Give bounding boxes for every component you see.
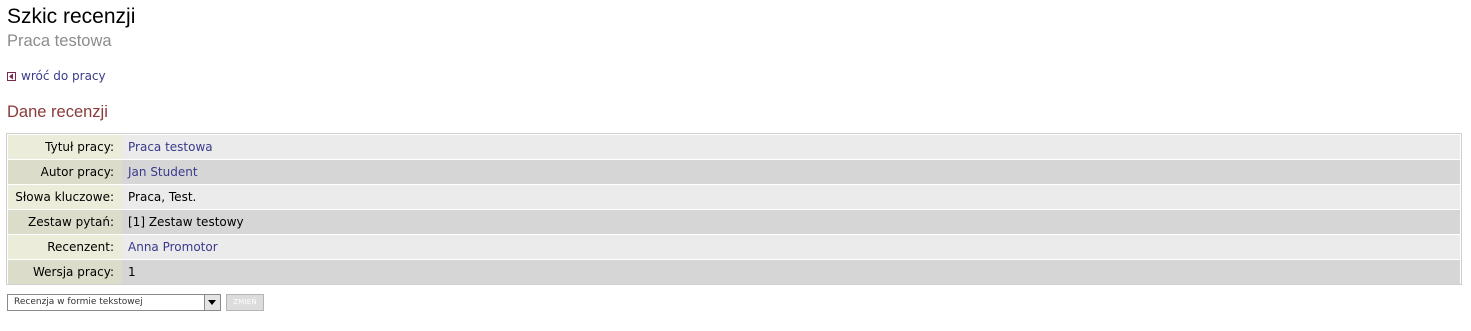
section-title: Dane recenzji	[7, 103, 108, 121]
row-label: Wersja pracy:	[8, 260, 122, 284]
row-value: Praca, Test.	[122, 185, 1460, 209]
review-format-selected: Recenzja w formie tekstowej	[14, 297, 143, 307]
page-title: Szkic recenzji	[7, 5, 136, 28]
table-row-question-set: Zestaw pytań: [1] Zestaw testowy	[8, 210, 1460, 234]
row-label: Autor pracy:	[8, 160, 122, 184]
page-subtitle: Praca testowa	[7, 32, 112, 50]
back-arrow-icon	[7, 71, 16, 81]
row-value: 1	[122, 260, 1460, 284]
row-value: Jan Student	[122, 160, 1460, 184]
version-value: 1	[128, 265, 136, 279]
back-link-label: wróć do pracy	[21, 69, 106, 83]
change-button[interactable]: ZMIEŃ	[226, 294, 264, 311]
review-format-select[interactable]: Recenzja w formie tekstowej	[7, 294, 221, 311]
work-title-link[interactable]: Praca testowa	[128, 140, 213, 154]
row-label: Recenzent:	[8, 235, 122, 259]
chevron-down-icon[interactable]	[204, 295, 220, 310]
table-row-version: Wersja pracy: 1	[8, 260, 1460, 284]
keywords-value: Praca, Test.	[128, 190, 197, 204]
row-value: [1] Zestaw testowy	[122, 210, 1460, 234]
row-label: Zestaw pytań:	[8, 210, 122, 234]
table-row-author: Autor pracy: Jan Student	[8, 160, 1460, 184]
table-row-keywords: Słowa kluczowe: Praca, Test.	[8, 185, 1460, 209]
back-to-work-link[interactable]: wróć do pracy	[7, 68, 106, 84]
row-value: Praca testowa	[122, 135, 1460, 159]
question-set-value: [1] Zestaw testowy	[128, 215, 244, 229]
row-value: Anna Promotor	[122, 235, 1460, 259]
row-label: Tytuł pracy:	[8, 135, 122, 159]
reviewer-link[interactable]: Anna Promotor	[128, 240, 218, 254]
row-label: Słowa kluczowe:	[8, 185, 122, 209]
review-data-table: Tytuł pracy: Praca testowa Autor pracy: …	[6, 133, 1462, 285]
table-row-title: Tytuł pracy: Praca testowa	[8, 135, 1460, 159]
review-format-controls: Recenzja w formie tekstowej ZMIEŃ	[7, 294, 264, 311]
table-row-reviewer: Recenzent: Anna Promotor	[8, 235, 1460, 259]
author-link[interactable]: Jan Student	[128, 165, 198, 179]
